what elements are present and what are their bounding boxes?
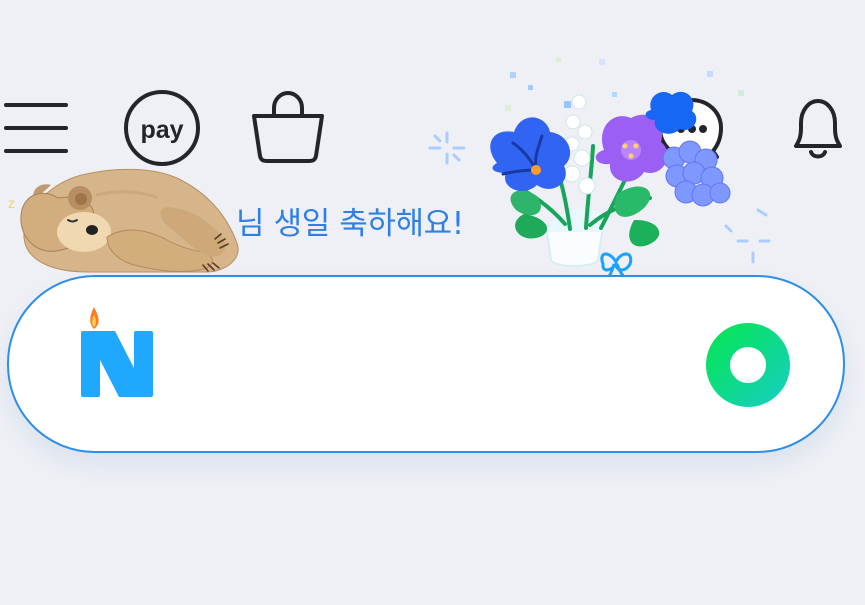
naver-home-screen: pay 님 생일 축하해요! N z bbox=[0, 0, 865, 605]
pay-button[interactable]: pay bbox=[122, 88, 202, 168]
menu-button[interactable] bbox=[4, 100, 68, 156]
green-ring-search-icon bbox=[706, 323, 790, 407]
search-submit-button[interactable] bbox=[705, 322, 791, 408]
shopping-bag-icon bbox=[252, 90, 324, 163]
naver-birthday-logo: N bbox=[81, 307, 153, 397]
sleep-z-text: z bbox=[8, 195, 15, 211]
sleeping-bear-mascot: z bbox=[8, 168, 239, 273]
pay-icon-text: pay bbox=[140, 116, 183, 144]
hamburger-menu-icon bbox=[4, 103, 68, 153]
search-bar[interactable]: N bbox=[7, 275, 845, 453]
shopping-button[interactable] bbox=[250, 88, 326, 164]
birthday-flower-bouquet bbox=[428, 57, 771, 282]
birthday-greeting: 님 생일 축하해요! bbox=[236, 206, 464, 242]
pay-icon: pay bbox=[124, 90, 200, 166]
